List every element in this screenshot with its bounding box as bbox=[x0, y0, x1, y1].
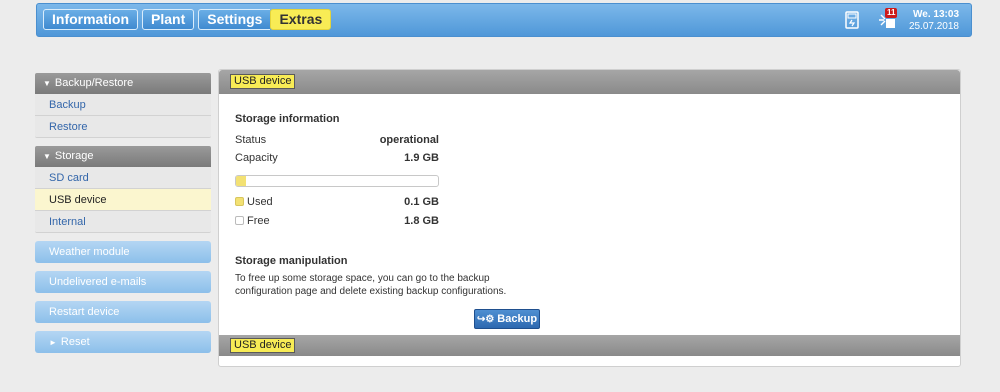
reset-label: Reset bbox=[60, 336, 90, 348]
used-row: Used 0.1 GB bbox=[235, 196, 439, 208]
status-label: Status bbox=[235, 134, 267, 146]
capacity-value: 1.9 GB bbox=[404, 152, 439, 164]
panel-title: USB device bbox=[230, 74, 296, 89]
status-value: operational bbox=[379, 134, 439, 146]
storage-usage-bar bbox=[235, 175, 439, 187]
device-icon[interactable] bbox=[845, 11, 863, 29]
sidebar-button-undelivered-emails[interactable]: Undelivered e-mails bbox=[35, 271, 211, 293]
alert-count-badge: 11 bbox=[885, 8, 898, 18]
used-label: Used bbox=[247, 196, 273, 208]
storage-information-title: Storage information bbox=[235, 113, 340, 125]
used-value: 0.1 GB bbox=[404, 196, 439, 208]
free-legend-swatch bbox=[235, 216, 244, 225]
backup-button[interactable]: ↪⚙ Backup bbox=[474, 309, 540, 329]
tab-extras[interactable]: Extras bbox=[270, 9, 332, 30]
sidebar-item-backup[interactable]: Backup bbox=[35, 94, 211, 116]
free-label: Free bbox=[247, 215, 270, 227]
status-row: Status operational bbox=[235, 134, 439, 146]
tab-settings[interactable]: Settings bbox=[198, 9, 271, 30]
capacity-row: Capacity 1.9 GB bbox=[235, 152, 439, 164]
storage-usage-fill bbox=[236, 176, 247, 186]
backup-icon: ↪⚙ bbox=[476, 314, 495, 325]
day-time: We. 13:03 bbox=[913, 9, 959, 20]
group-label: Storage bbox=[54, 150, 94, 162]
sidebar-item-sd-card[interactable]: SD card bbox=[35, 167, 211, 189]
sidebar-group-storage[interactable]: ▼ Storage bbox=[35, 146, 211, 167]
tab-plant[interactable]: Plant bbox=[142, 9, 195, 30]
capacity-label: Capacity bbox=[235, 152, 278, 164]
used-legend-swatch bbox=[235, 197, 244, 206]
panel-footer-title: USB device bbox=[230, 338, 296, 353]
sidebar-button-weather-module[interactable]: Weather module bbox=[35, 241, 211, 263]
tab-information[interactable]: Information bbox=[43, 9, 138, 30]
main-tabs: Information Plant Settings Extras bbox=[43, 9, 332, 30]
backup-button-label: Backup bbox=[497, 313, 538, 325]
status-icons: 11 bbox=[845, 8, 898, 29]
storage-manipulation-text: To free up some storage space, you can g… bbox=[235, 273, 507, 297]
top-navigation-bar: Information Plant Settings Extras 11 We.… bbox=[36, 3, 972, 37]
clock: We. 13:03 25.07.2018 bbox=[909, 9, 959, 33]
free-row: Free 1.8 GB bbox=[235, 215, 439, 227]
storage-manipulation-title: Storage manipulation bbox=[235, 255, 348, 267]
sidebar-item-internal[interactable]: Internal bbox=[35, 211, 211, 233]
group-label: Backup/Restore bbox=[54, 77, 134, 89]
sidebar-item-restore[interactable]: Restore bbox=[35, 116, 211, 138]
triangle-down-icon: ▼ bbox=[43, 152, 51, 161]
notifications-icon[interactable]: 11 bbox=[877, 8, 898, 29]
sidebar-group-backup-restore[interactable]: ▼ Backup/Restore bbox=[35, 73, 211, 94]
sidebar: ▼ Backup/Restore Backup Restore ▼ Storage … bbox=[35, 73, 211, 361]
date: 25.07.2018 bbox=[908, 21, 959, 32]
sidebar-button-restart-device[interactable]: Restart device bbox=[35, 301, 211, 323]
triangle-right-icon: ► bbox=[49, 338, 57, 347]
sidebar-item-usb-device[interactable]: USB device bbox=[35, 189, 211, 211]
free-value: 1.8 GB bbox=[404, 215, 439, 227]
panel-header: USB device bbox=[219, 70, 960, 94]
triangle-down-icon: ▼ bbox=[43, 79, 51, 88]
panel-footer: USB device bbox=[219, 335, 960, 356]
usb-device-panel: USB device Storage information Status op… bbox=[218, 69, 961, 367]
sidebar-button-reset[interactable]: ► Reset bbox=[35, 331, 211, 353]
